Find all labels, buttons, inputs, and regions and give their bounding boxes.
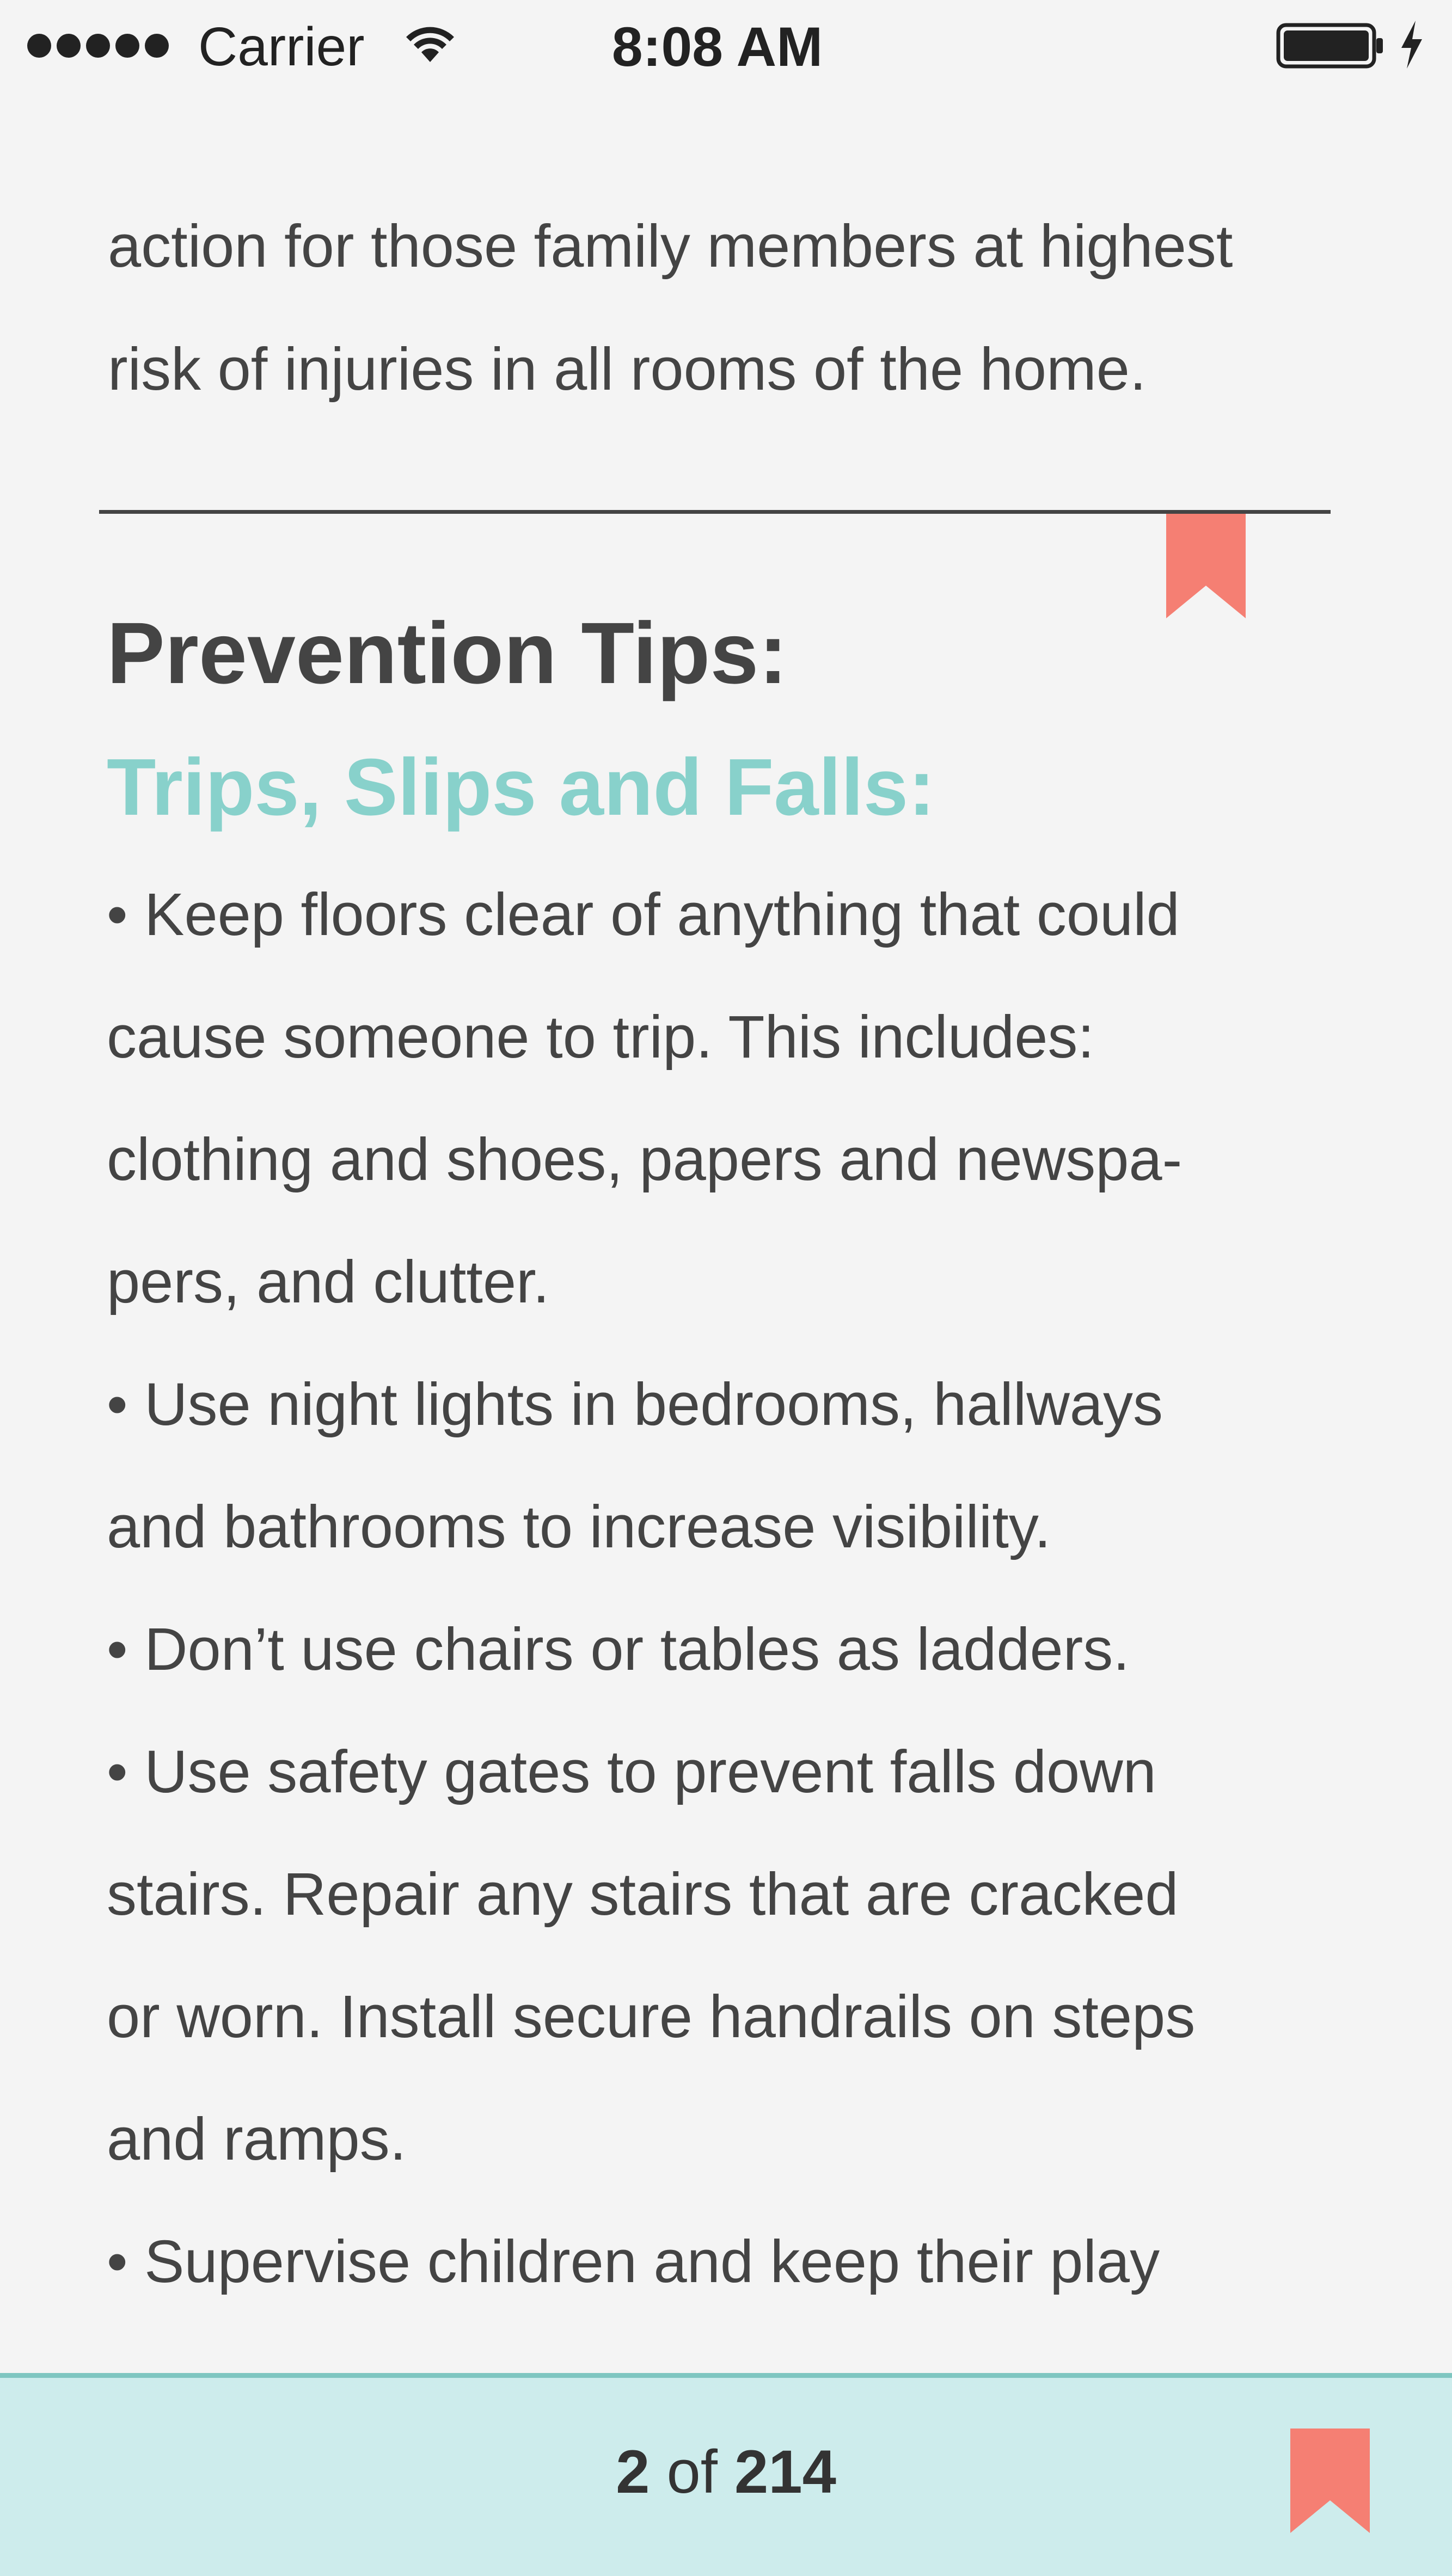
intro-line: risk of injuries in all rooms of the hom… [108,336,1147,403]
page-indicator: 2 of 214 [0,2431,1452,2513]
body-line: stairs. Repair any stairs that are crack… [107,1861,1179,1928]
body-line: • Supervise children and keep their play [107,2228,1160,2295]
total-pages: 214 [734,2438,836,2506]
body-line: • Keep floors clear of anything that cou… [107,881,1180,948]
body-text: • Keep floors clear of anything that cou… [107,853,1359,2323]
body-line: and ramps. [107,2106,407,2173]
body-line: clothing and shoes, papers and newspa- [107,1126,1183,1193]
page-footer: 2 of 214 [0,2373,1452,2576]
body-line: or worn. Install secure handrails on ste… [107,1983,1196,2050]
current-page: 2 [616,2438,650,2506]
body-line: • Use safety gates to prevent falls down [107,1738,1156,1805]
reader-content: action for those family members at highe… [0,0,1452,2373]
intro-line: action for those family members at highe… [108,213,1233,280]
page-of-label: of [666,2438,718,2506]
section-subheading: Trips, Slips and Falls: [107,742,935,832]
section-divider [99,510,1331,514]
bookmark-ribbon-icon [1166,514,1246,618]
body-line: cause someone to trip. This includes: [107,1004,1094,1071]
intro-paragraph: action for those family members at highe… [108,185,1360,431]
section-heading: Prevention Tips: [107,604,788,702]
body-line: • Don’t use chairs or tables as ladders. [107,1616,1130,1683]
bookmark-button[interactable] [1290,2429,1370,2533]
body-line: • Use night lights in bedrooms, hallways [107,1371,1163,1438]
body-line: and bathrooms to increase visibility. [107,1493,1051,1560]
body-line: pers, and clutter. [107,1249,550,1315]
